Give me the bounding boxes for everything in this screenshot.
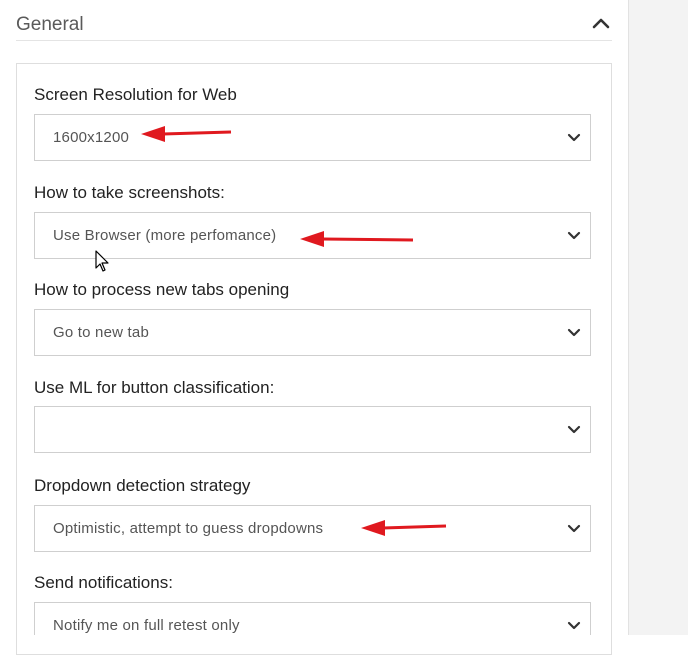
chevron-down-icon [567, 619, 581, 631]
chevron-down-icon [567, 326, 581, 338]
red-arrow-icon [300, 231, 414, 247]
field-label-screen-resolution: Screen Resolution for Web [34, 85, 237, 104]
chevron-down-icon [567, 229, 581, 241]
chevron-up-icon[interactable] [590, 14, 612, 32]
mouse-pointer-icon [95, 250, 111, 274]
select-ml-button-classification[interactable] [34, 406, 591, 453]
field-label-screenshots: How to take screenshots: [34, 183, 225, 202]
select-dropdown-detection[interactable]: Optimistic, attempt to guess dropdowns [34, 505, 591, 552]
select-value: Notify me on full retest only [53, 617, 240, 634]
select-value: Use Browser (more perfomance) [53, 227, 277, 244]
right-side-panel [628, 0, 688, 635]
field-label-dropdown-detection: Dropdown detection strategy [34, 476, 251, 495]
field-label-ml-button-classification: Use ML for button classification: [34, 378, 275, 397]
field-label-send-notifications: Send notifications: [34, 573, 173, 592]
chevron-down-icon [567, 131, 581, 143]
red-arrow-icon [361, 520, 447, 536]
select-value: Optimistic, attempt to guess dropdowns [53, 520, 324, 537]
section-header-general[interactable]: General [16, 0, 612, 41]
red-arrow-icon [141, 126, 232, 142]
select-screen-resolution[interactable]: 1600x1200 [34, 114, 591, 161]
select-value: Go to new tab [53, 324, 149, 341]
select-new-tabs[interactable]: Go to new tab [34, 309, 591, 356]
select-send-notifications[interactable]: Notify me on full retest only [34, 602, 591, 635]
chevron-down-icon [567, 423, 581, 435]
select-value: 1600x1200 [53, 129, 130, 146]
field-label-new-tabs: How to process new tabs opening [34, 280, 290, 299]
chevron-down-icon [567, 522, 581, 534]
section-title: General [16, 14, 84, 35]
